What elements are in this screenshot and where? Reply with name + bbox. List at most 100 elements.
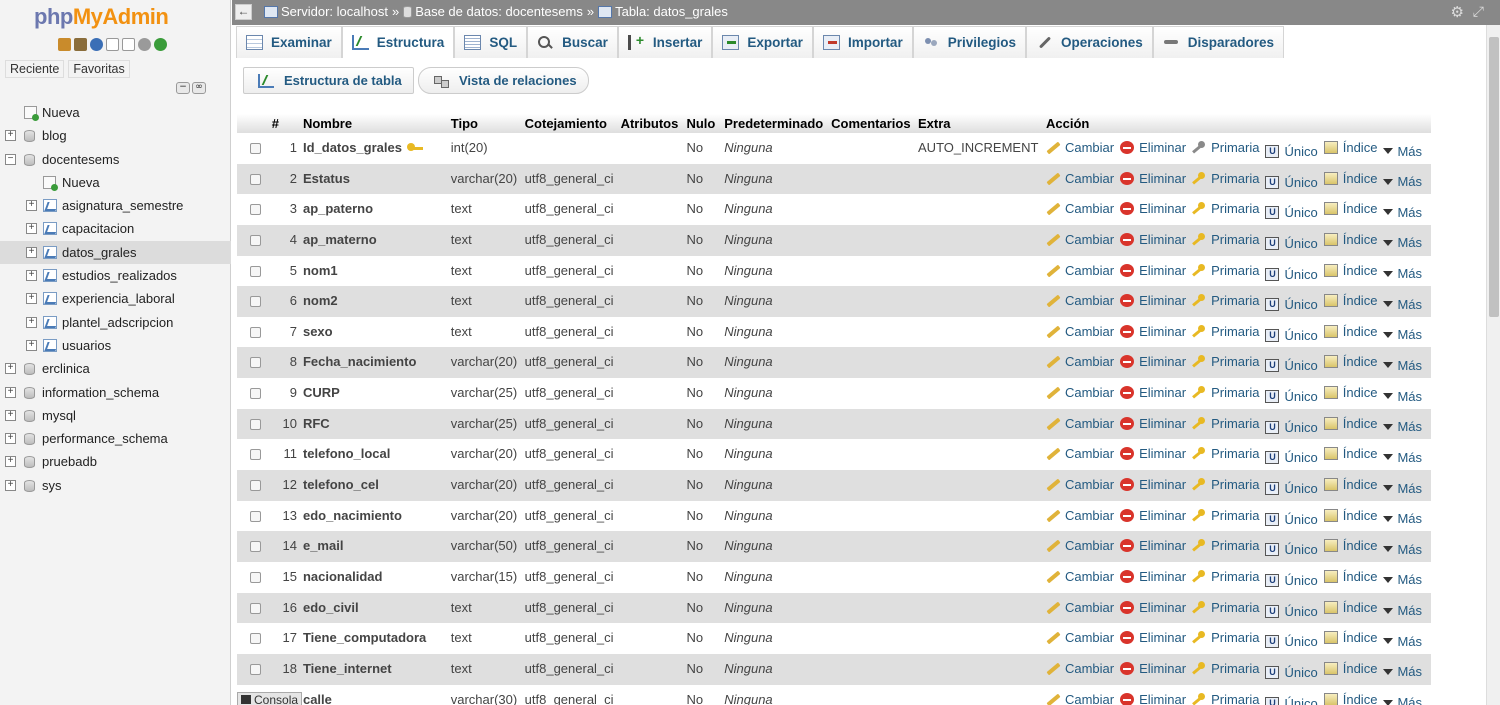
tab-disparadores[interactable]: Disparadores xyxy=(1152,26,1285,58)
tree-item[interactable]: Nueva xyxy=(0,171,231,194)
drop-button[interactable]: Eliminar xyxy=(1120,385,1186,400)
index-button[interactable]: Índice xyxy=(1323,630,1377,645)
tree-item[interactable]: + usuarios xyxy=(0,334,231,357)
unique-button[interactable]: U Único xyxy=(1265,665,1318,680)
unique-button[interactable]: U Único xyxy=(1265,144,1318,159)
row-checkbox[interactable] xyxy=(250,663,261,675)
tree-item[interactable]: + experiencia_laboral xyxy=(0,287,231,310)
change-button[interactable]: Cambiar xyxy=(1046,630,1114,645)
more-button[interactable]: Más xyxy=(1383,205,1422,220)
favorites-button[interactable]: Favoritas xyxy=(68,60,130,78)
page-icon[interactable] xyxy=(122,38,135,51)
unique-button[interactable]: U Único xyxy=(1265,542,1318,557)
change-button[interactable]: Cambiar xyxy=(1046,263,1114,278)
expand-icon[interactable]: + xyxy=(26,270,37,282)
primary-button[interactable]: Primaria xyxy=(1192,630,1259,645)
drop-button[interactable]: Eliminar xyxy=(1120,263,1186,278)
more-button[interactable]: Más xyxy=(1383,481,1422,496)
row-checkbox[interactable] xyxy=(250,541,261,553)
tree-item[interactable]: Nueva xyxy=(0,101,231,124)
unique-button[interactable]: U Único xyxy=(1265,358,1318,373)
more-button[interactable]: Más xyxy=(1383,358,1422,373)
index-button[interactable]: Índice xyxy=(1323,508,1377,523)
row-checkbox[interactable] xyxy=(250,234,261,246)
tab-privilegios[interactable]: Privilegios xyxy=(912,26,1026,58)
row-checkbox[interactable] xyxy=(250,357,261,369)
link-icon[interactable]: ∞ xyxy=(192,82,206,94)
change-button[interactable]: Cambiar xyxy=(1046,416,1114,431)
index-button[interactable]: Índice xyxy=(1323,293,1377,308)
row-checkbox[interactable] xyxy=(250,510,261,522)
row-checkbox[interactable] xyxy=(250,602,261,614)
drop-button[interactable]: Eliminar xyxy=(1120,477,1186,492)
row-checkbox[interactable] xyxy=(250,173,261,185)
more-button[interactable]: Más xyxy=(1383,297,1422,312)
expand-icon[interactable]: + xyxy=(5,456,16,468)
docs-icon[interactable] xyxy=(106,38,119,51)
change-button[interactable]: Cambiar xyxy=(1046,692,1114,705)
reload-icon[interactable] xyxy=(154,38,167,51)
unique-button[interactable]: U Único xyxy=(1265,389,1318,404)
drop-button[interactable]: Eliminar xyxy=(1120,293,1186,308)
more-button[interactable]: Más xyxy=(1383,389,1422,404)
expand-icon[interactable]: + xyxy=(26,200,37,212)
drop-button[interactable]: Eliminar xyxy=(1120,508,1186,523)
primary-button[interactable]: Primaria xyxy=(1192,232,1259,247)
more-button[interactable]: Más xyxy=(1383,511,1422,526)
unique-button[interactable]: U Único xyxy=(1265,512,1318,527)
primary-button[interactable]: Primaria xyxy=(1192,263,1259,278)
drop-button[interactable]: Eliminar xyxy=(1120,232,1186,247)
index-button[interactable]: Índice xyxy=(1323,477,1377,492)
row-checkbox[interactable] xyxy=(250,143,261,154)
tree-item[interactable]: + sys xyxy=(0,474,231,497)
row-checkbox[interactable] xyxy=(250,265,261,277)
drop-button[interactable]: Eliminar xyxy=(1120,630,1186,645)
tab-estructura[interactable]: Estructura xyxy=(341,26,455,58)
change-button[interactable]: Cambiar xyxy=(1046,171,1114,186)
tree-item[interactable]: + plantel_adscripcion xyxy=(0,311,231,334)
row-checkbox[interactable] xyxy=(250,449,261,461)
drop-button[interactable]: Eliminar xyxy=(1120,171,1186,186)
row-checkbox[interactable] xyxy=(250,388,261,400)
change-button[interactable]: Cambiar xyxy=(1046,293,1114,308)
more-button[interactable]: Más xyxy=(1383,542,1422,557)
tab-importar[interactable]: Importar xyxy=(812,26,913,58)
index-button[interactable]: Índice xyxy=(1323,232,1377,247)
tab-table-structure[interactable]: Estructura de tabla xyxy=(243,67,414,94)
tree-item[interactable]: + capacitacion xyxy=(0,217,231,240)
index-button[interactable]: Índice xyxy=(1323,171,1377,186)
collapse-icon[interactable]: − xyxy=(5,153,16,165)
index-button[interactable]: Índice xyxy=(1323,201,1377,216)
change-button[interactable]: Cambiar xyxy=(1046,477,1114,492)
primary-button[interactable]: Primaria xyxy=(1192,538,1259,553)
change-button[interactable]: Cambiar xyxy=(1046,446,1114,461)
index-button[interactable]: Índice xyxy=(1323,538,1377,553)
row-checkbox[interactable] xyxy=(250,326,261,338)
tab-operaciones[interactable]: Operaciones xyxy=(1025,26,1153,58)
expand-icon[interactable]: + xyxy=(26,223,37,235)
drop-button[interactable]: Eliminar xyxy=(1120,354,1186,369)
change-button[interactable]: Cambiar xyxy=(1046,569,1114,584)
expand-icon[interactable]: + xyxy=(26,246,37,258)
primary-button[interactable]: Primaria xyxy=(1192,569,1259,584)
change-button[interactable]: Cambiar xyxy=(1046,140,1114,155)
change-button[interactable]: Cambiar xyxy=(1046,508,1114,523)
index-button[interactable]: Índice xyxy=(1323,446,1377,461)
more-button[interactable]: Más xyxy=(1383,419,1422,434)
primary-button[interactable]: Primaria xyxy=(1192,324,1259,339)
row-checkbox[interactable] xyxy=(250,204,261,216)
more-button[interactable]: Más xyxy=(1383,695,1422,705)
unique-button[interactable]: U Único xyxy=(1265,420,1318,435)
tab-examinar[interactable]: Examinar xyxy=(236,26,342,58)
primary-button[interactable]: Primaria xyxy=(1192,477,1259,492)
row-checkbox[interactable] xyxy=(250,418,261,430)
unique-button[interactable]: U Único xyxy=(1265,328,1318,343)
change-button[interactable]: Cambiar xyxy=(1046,354,1114,369)
change-button[interactable]: Cambiar xyxy=(1046,661,1114,676)
unique-button[interactable]: U Único xyxy=(1265,267,1318,282)
drop-button[interactable]: Eliminar xyxy=(1120,201,1186,216)
more-button[interactable]: Más xyxy=(1383,144,1422,159)
expand-icon[interactable]: + xyxy=(26,293,37,305)
drop-button[interactable]: Eliminar xyxy=(1120,600,1186,615)
tree-item[interactable]: − docentesems xyxy=(0,148,231,171)
